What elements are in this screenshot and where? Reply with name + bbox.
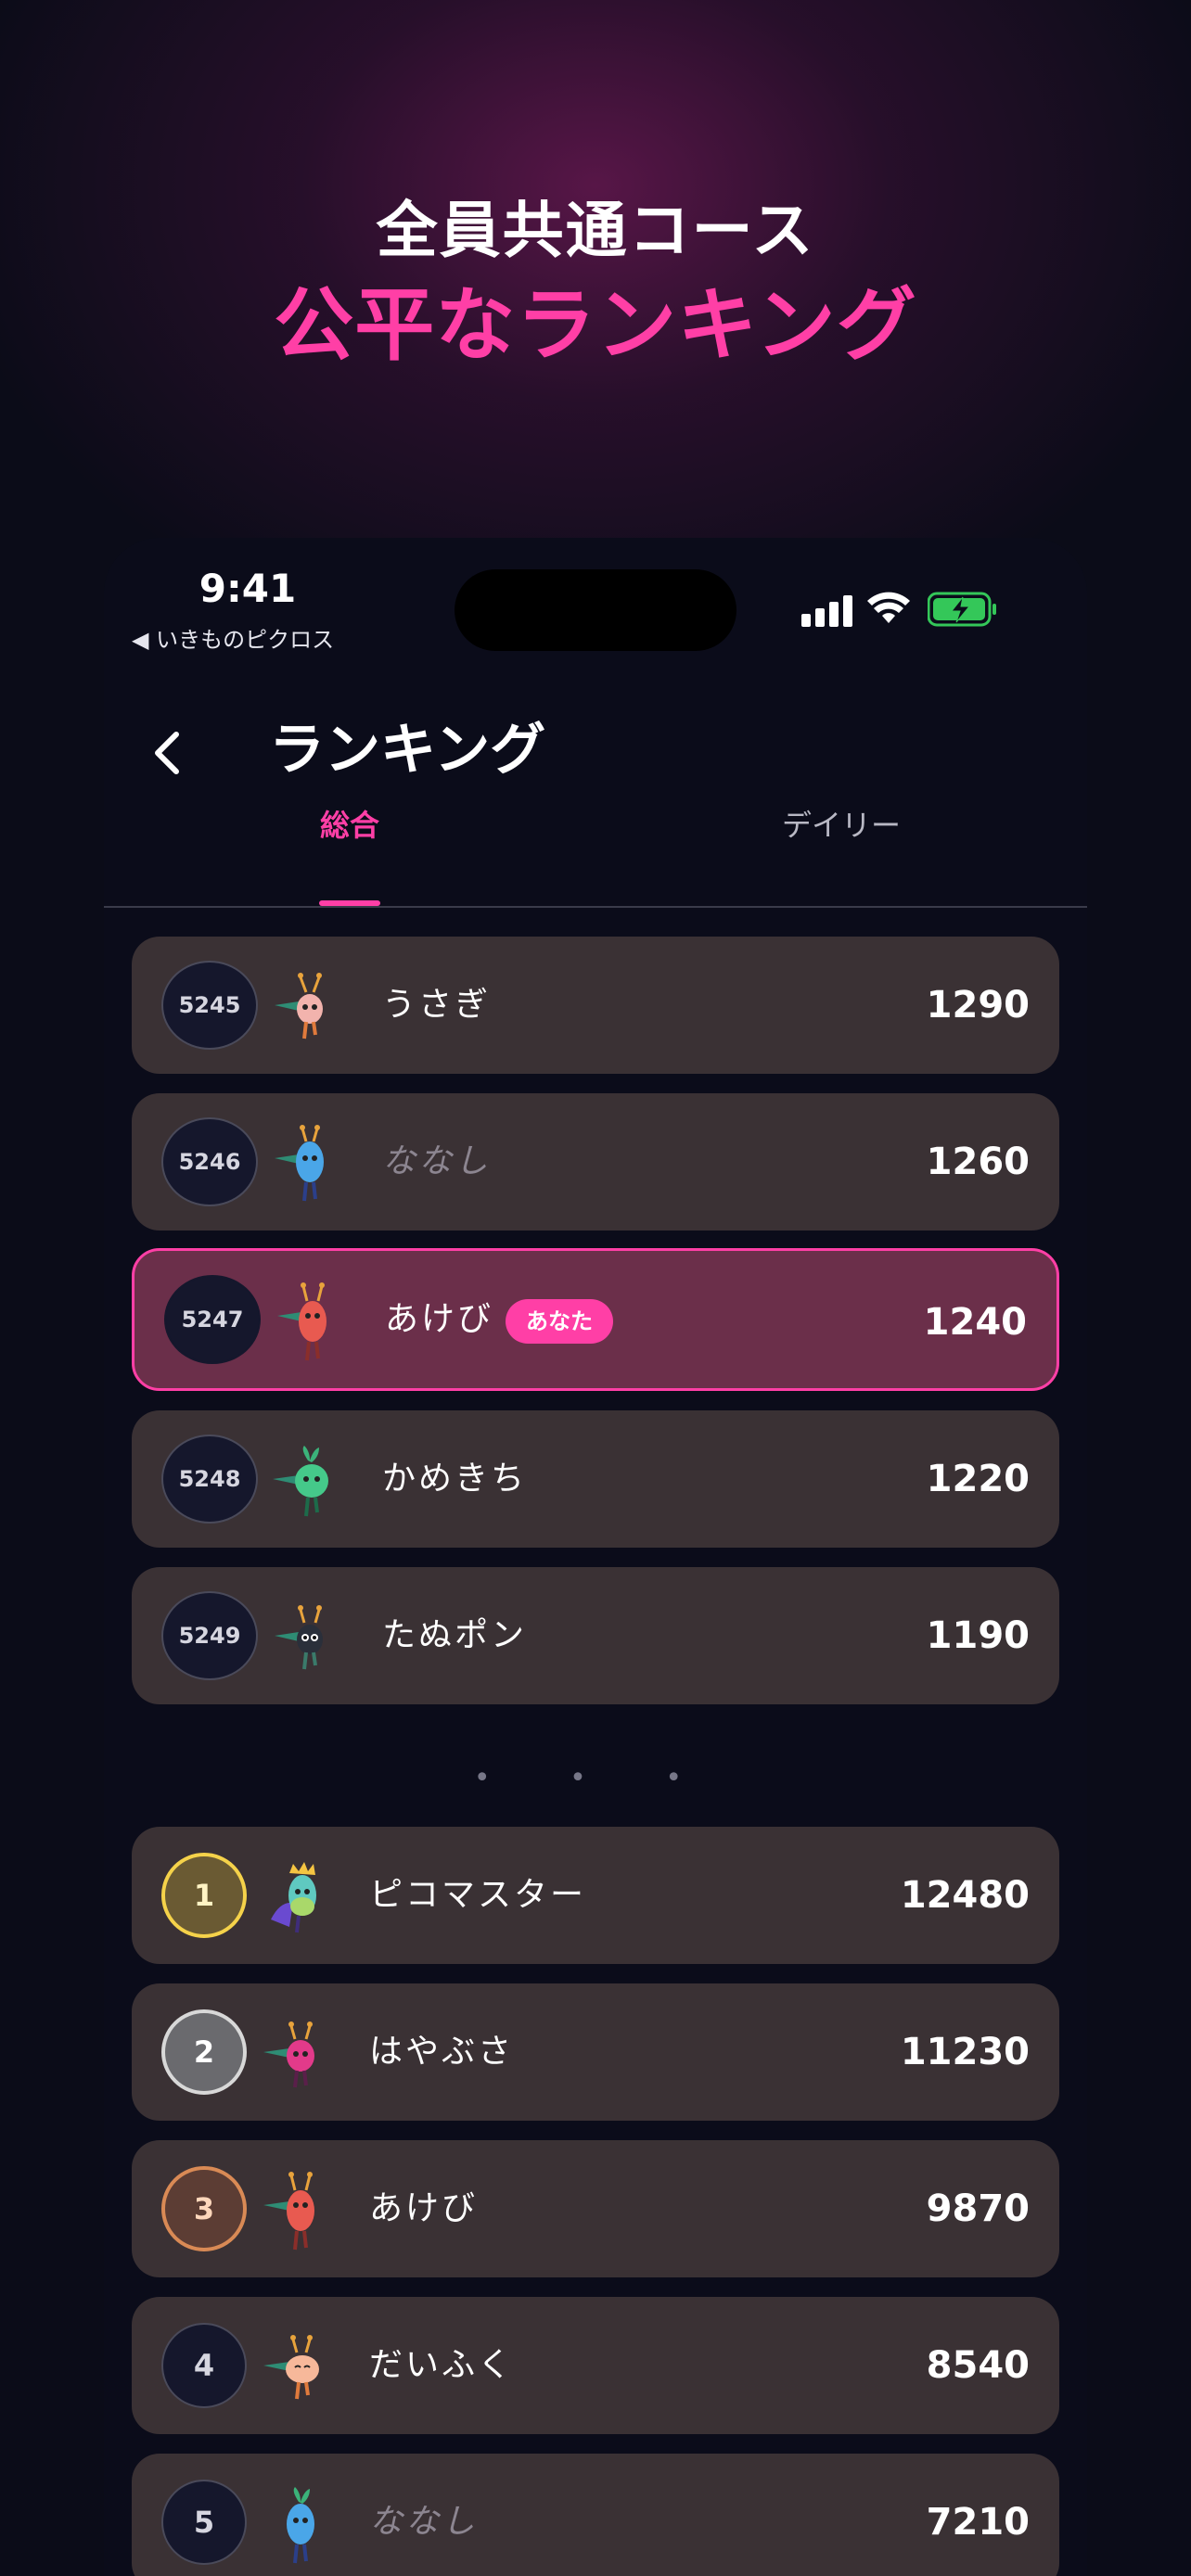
player-score: 7210 xyxy=(926,2501,1030,2544)
peach-creature-icon xyxy=(263,2335,319,2400)
page-title: ランキング xyxy=(269,718,546,783)
ranking-row[interactable]: 5 ななし 7210 xyxy=(132,2454,1059,2576)
player-score: 8540 xyxy=(926,2344,1030,2387)
rank-badge: 4 xyxy=(161,2323,247,2408)
player-score: 11230 xyxy=(900,2031,1030,2073)
green-creature-icon xyxy=(273,1446,328,1517)
rank-badge-bronze: 3 xyxy=(161,2166,247,2251)
red-creature-icon xyxy=(263,2172,314,2251)
rank-badge: 5247 xyxy=(164,1275,261,1364)
ellipsis-separator: • • • xyxy=(473,1762,718,1794)
player-score: 9870 xyxy=(926,2187,1030,2230)
ranking-row[interactable]: 5245 うさぎ 1290 xyxy=(132,937,1059,1074)
player-score: 1220 xyxy=(926,1458,1030,1500)
player-score: 1260 xyxy=(926,1141,1030,1183)
dark-creature-icon xyxy=(275,1605,323,1670)
rank-badge-gold: 1 xyxy=(161,1853,247,1938)
rank-badge: 5 xyxy=(161,2480,247,2565)
player-name: だいふく xyxy=(369,2346,515,2384)
player-score: 1240 xyxy=(923,1301,1027,1344)
ranking-row-me[interactable]: 5247 あけび あなた 1240 xyxy=(132,1248,1059,1391)
player-name: ななし xyxy=(369,2503,479,2541)
ranking-row[interactable]: 5248 かめきち 1220 xyxy=(132,1410,1059,1548)
rank-badge-silver: 2 xyxy=(161,2009,247,2095)
ranking-row[interactable]: 5246 ななし 1260 xyxy=(132,1093,1059,1231)
rank-badge: 5246 xyxy=(161,1117,258,1206)
you-badge: あなた xyxy=(506,1299,613,1344)
cellular-signal-icon xyxy=(801,593,853,627)
blue-drop-creature-icon xyxy=(287,2487,314,2564)
player-score: 1290 xyxy=(926,984,1030,1027)
ranking-row[interactable]: 4 だいふく 8540 xyxy=(132,2297,1059,2434)
blue-drop-creature-icon xyxy=(275,1125,324,1202)
player-score: 1190 xyxy=(926,1614,1030,1657)
phone-screen: 9:41 ◀ いきものピクロス ランキング 総合 デイリー 5245 うさぎ 1… xyxy=(104,538,1087,2576)
dynamic-island xyxy=(455,569,736,651)
tab-overall[interactable]: 総合 xyxy=(104,788,596,881)
rank-badge: 5248 xyxy=(161,1435,258,1524)
ranking-row[interactable]: 2 はやぶさ 11230 xyxy=(132,1983,1059,2121)
player-name: たぬポン xyxy=(382,1616,528,1654)
player-name: はやぶさ xyxy=(369,2033,515,2071)
pink-sprout-creature-icon xyxy=(275,973,323,1039)
player-name: ななし xyxy=(382,1142,492,1180)
rank-badge: 5245 xyxy=(161,961,258,1050)
tab-daily[interactable]: デイリー xyxy=(596,788,1087,881)
player-name: うさぎ xyxy=(382,986,492,1024)
player-name: あけび xyxy=(369,2189,479,2227)
red-creature-icon xyxy=(277,1282,327,1361)
ranking-row[interactable]: 5249 たぬポン 1190 xyxy=(132,1567,1059,1704)
magenta-creature-icon xyxy=(263,2021,314,2088)
tab-divider xyxy=(104,906,1087,908)
player-score: 12480 xyxy=(900,1874,1030,1917)
promo-headline-1: 全員共通コース xyxy=(376,195,815,266)
chevron-left-icon[interactable] xyxy=(141,714,197,788)
rank-badge: 5249 xyxy=(161,1591,258,1680)
ranking-row[interactable]: 3 あけび 9870 xyxy=(132,2140,1059,2277)
player-name: ピコマスター xyxy=(369,1876,587,1914)
promo-headline-2: 公平なランキング xyxy=(274,279,917,372)
player-name: かめきち xyxy=(382,1460,528,1498)
crowned-rainbow-creature-icon xyxy=(271,1862,316,1933)
back-to-app-link[interactable]: ◀ いきものピクロス xyxy=(132,621,334,654)
wifi-icon xyxy=(867,592,910,623)
player-name: あけび xyxy=(385,1300,494,1338)
ranking-row[interactable]: 1 ピコマスター 12480 xyxy=(132,1827,1059,1964)
battery-charging-icon xyxy=(928,592,996,627)
